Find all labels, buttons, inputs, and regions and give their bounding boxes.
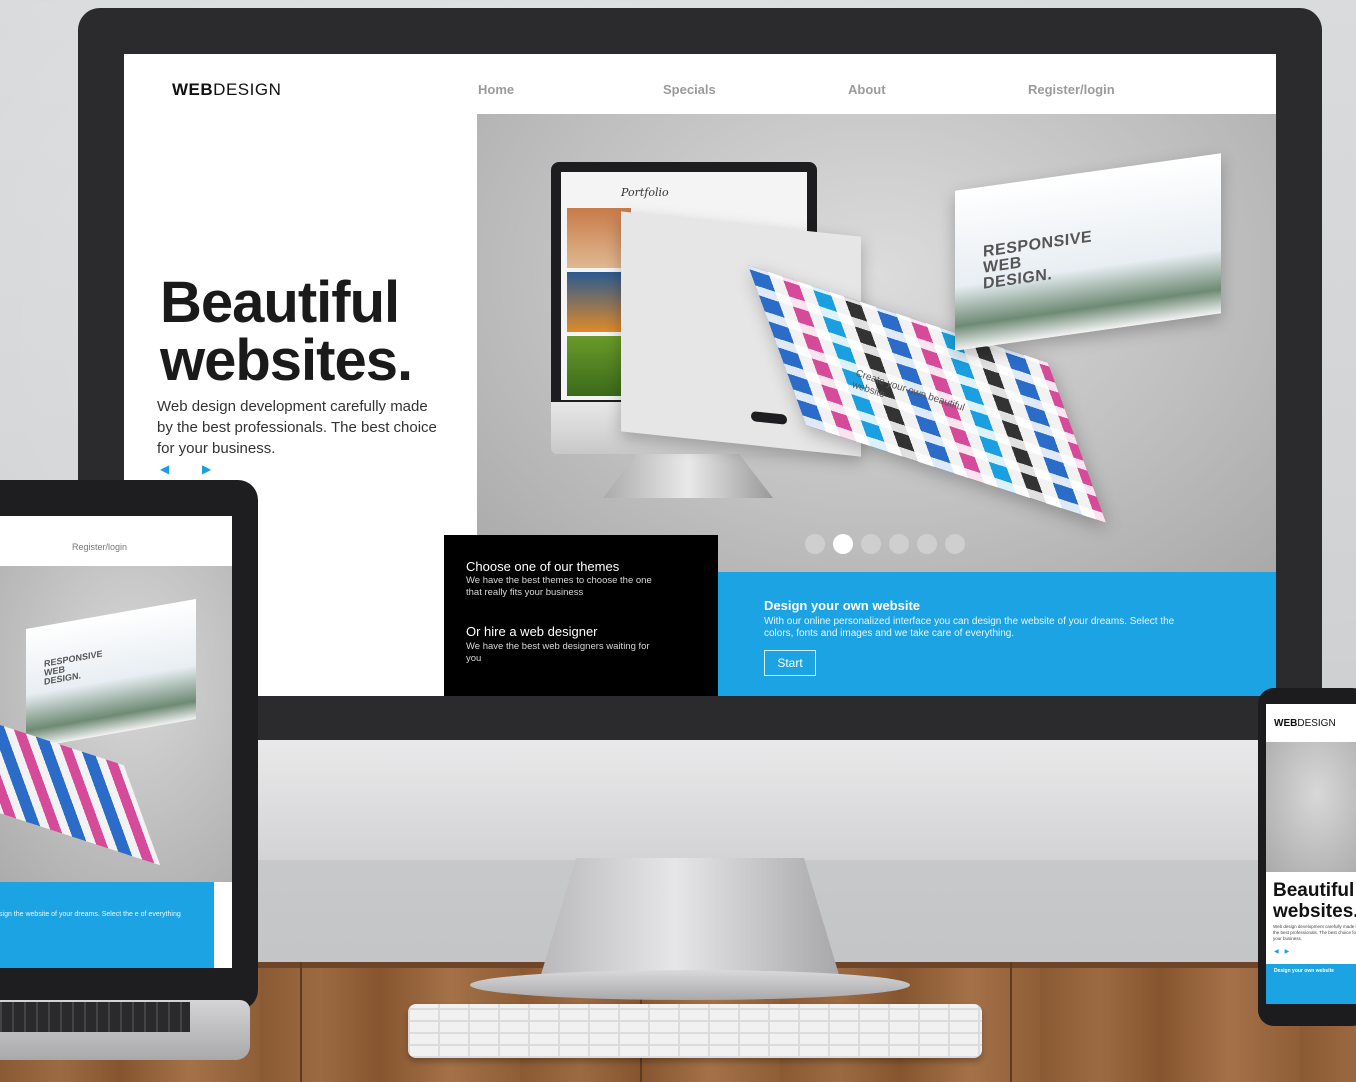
phone-carousel-arrows-icon[interactable]: ◀▶ [1274,948,1295,955]
hero-mini-monitor-stand [603,454,773,498]
themes-panel: Choose one of our themes We have the bes… [444,535,718,696]
desk-plank-seam [300,962,302,1082]
start-button[interactable]: Start [764,650,816,676]
hero-title-line1: Beautiful [160,270,400,335]
laptop-keyboard [0,1002,190,1032]
nav-home[interactable]: Home [478,82,514,97]
laptop-blue-panel: can design the website of your dreams. S… [0,882,214,968]
desktop-screen: WEBDESIGN Home Specials About Register/l… [124,54,1276,696]
carousel-dot[interactable] [861,534,881,554]
carousel-dot[interactable] [889,534,909,554]
keyboard [408,1004,982,1058]
laptop-floating-card: RESPONSIVE WEB DESIGN. [26,599,196,749]
carousel-dot[interactable] [917,534,937,554]
carousel-prev-arrow-icon[interactable]: ◀ [160,462,169,476]
nav-register-login[interactable]: Register/login [1028,82,1115,97]
phone-device: WEBDESIGN Beautiful websites. Web design… [1258,688,1356,1026]
floating-card-button [751,411,787,425]
phone-screen: WEBDESIGN Beautiful websites. Web design… [1266,704,1356,1004]
phone-hero-title: Beautiful websites. [1273,880,1356,922]
floating-card-responsive: RESPONSIVE WEB DESIGN. [955,153,1221,351]
nav-specials[interactable]: Specials [663,82,716,97]
design-own-title: Design your own website [764,598,921,613]
phone-blue-panel: Design your own website [1266,964,1356,1004]
laptop-blue-text: can design the website of your dreams. S… [0,911,181,918]
hero-title-line2: websites. [160,328,413,393]
themes-text: We have the best themes to choose the on… [466,575,652,598]
desktop-monitor-stand [540,858,840,978]
phone-hero-subtitle: Web design development carefully made by… [1273,924,1356,941]
hero-title: Beautiful websites. [160,274,480,390]
phone-hero-image [1266,742,1356,872]
phone-logo[interactable]: WEBDESIGN [1274,718,1336,729]
laptop-responsive-text: RESPONSIVE WEB DESIGN. [44,648,103,687]
carousel-dot[interactable] [805,534,825,554]
laptop-screen: Register/login RESPONSIVE WEB DESIGN. ca… [0,516,232,968]
laptop-hero-image: RESPONSIVE WEB DESIGN. [0,566,232,882]
portfolio-script-text: Portfolio [621,186,669,199]
laptop-device: Register/login RESPONSIVE WEB DESIGN. ca… [0,480,258,1010]
phone-title-line1: Beautiful [1273,880,1355,901]
hero-subtitle: Web design development carefully made by… [157,398,437,457]
site-logo[interactable]: WEBDESIGN [172,80,281,100]
carousel-dot-active[interactable] [833,534,853,554]
carousel-dots [805,534,965,554]
phone-title-line2: websites. [1273,901,1356,922]
design-own-text: With our online personalized interface y… [764,616,1175,639]
desktop-monitor-chin [78,740,1322,860]
phone-blue-title: Design your own website [1274,968,1335,974]
carousel-dot[interactable] [945,534,965,554]
nav-about[interactable]: About [848,82,886,97]
responsive-web-design-text: RESPONSIVE WEB DESIGN. [983,228,1093,293]
desk-plank-seam [1010,962,1012,1082]
laptop-nav-register-login[interactable]: Register/login [72,542,127,552]
carousel-next-arrow-icon[interactable]: ▶ [202,462,211,476]
hire-designer-text: We have the best web designers waiting f… [466,641,650,664]
desktop-monitor-base [470,970,910,1000]
themes-title[interactable]: Choose one of our themes [466,559,619,574]
hero-image: Portfolio Create your own beautiful webs… [477,114,1276,572]
design-own-panel: Design your own website With our online … [718,572,1276,696]
hire-designer-title[interactable]: Or hire a web designer [466,624,598,639]
